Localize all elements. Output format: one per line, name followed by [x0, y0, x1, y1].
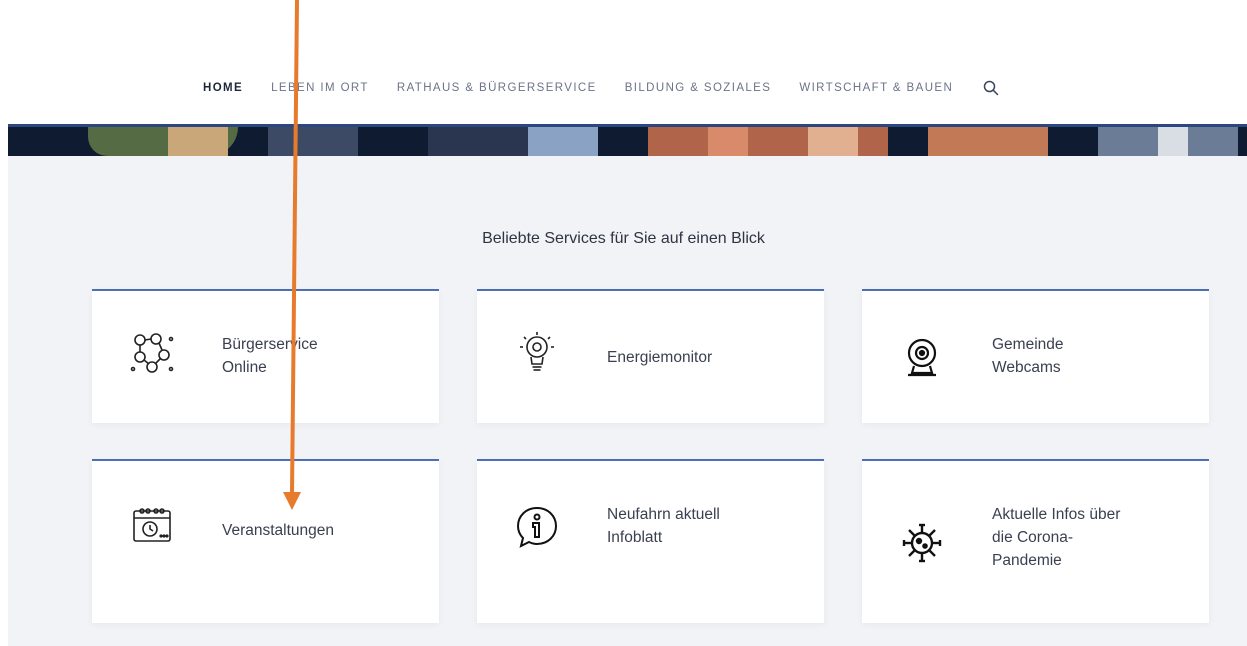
- nav-item-leben-im-ort[interactable]: LEBEN IM ORT: [271, 82, 369, 94]
- hero-photo-part: [928, 127, 1048, 156]
- service-card-webcams[interactable]: Gemeinde Webcams: [862, 289, 1209, 423]
- service-card-corona[interactable]: Aktuelle Infos über die Corona- Pandemie: [862, 459, 1209, 623]
- info-bubble-icon: [516, 506, 558, 548]
- service-card-veranstaltungen[interactable]: Veranstaltungen: [92, 459, 439, 623]
- service-card-label: Neufahrn aktuell Infoblatt: [607, 506, 720, 546]
- site-header: HOME LEBEN IM ORT RATHAUS & BÜRGERSERVIC…: [0, 0, 1247, 125]
- service-card-infoblatt[interactable]: Neufahrn aktuell Infoblatt: [477, 459, 824, 623]
- lightbulb-gear-icon: [520, 332, 554, 371]
- services-title: Beliebte Services für Sie auf einen Blic…: [482, 230, 765, 247]
- calendar-clock-icon: [133, 508, 171, 542]
- hero-photo-part: [168, 127, 228, 156]
- service-card-label: Bürgerservice Online: [222, 336, 318, 376]
- nav-item-home[interactable]: HOME: [203, 82, 243, 94]
- webcam-icon: [907, 338, 937, 377]
- hero-photo-part: [708, 127, 748, 156]
- hero-photo-part: [1158, 127, 1188, 156]
- hero-photo-part: [268, 127, 358, 156]
- service-card-energiemonitor[interactable]: Energiemonitor: [477, 289, 824, 423]
- search-icon[interactable]: [983, 80, 999, 96]
- nav-item-bildung-soziales[interactable]: BILDUNG & SOZIALES: [625, 82, 772, 94]
- service-card-label: Gemeinde Webcams: [992, 336, 1064, 376]
- hero-image: [8, 124, 1247, 156]
- people-network-icon: [130, 333, 174, 373]
- hero-photo-part: [528, 127, 598, 156]
- service-card-label: Veranstaltungen: [222, 522, 335, 539]
- virus-icon: [902, 523, 942, 563]
- nav-item-rathaus-buergerservice[interactable]: RATHAUS & BÜRGERSERVICE: [397, 82, 597, 94]
- service-card-label: Aktuelle Infos über die Corona- Pandemie: [992, 506, 1121, 569]
- main-nav: HOME LEBEN IM ORT RATHAUS & BÜRGERSERVIC…: [203, 80, 999, 96]
- nav-item-wirtschaft-bauen[interactable]: WIRTSCHAFT & BAUEN: [799, 82, 953, 94]
- hero-photo-part: [808, 127, 858, 156]
- service-card-buergerservice[interactable]: Bürgerservice Online: [92, 289, 439, 423]
- service-card-label: Energiemonitor: [607, 349, 713, 366]
